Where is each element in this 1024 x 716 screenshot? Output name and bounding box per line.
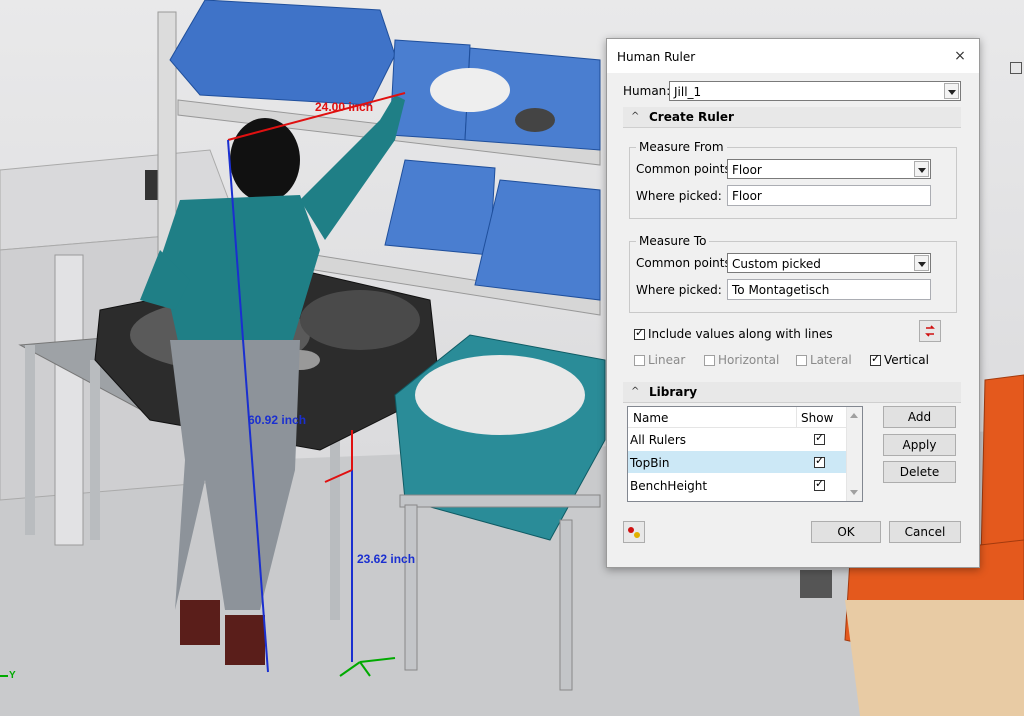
horizontal-label: Horizontal <box>718 353 780 367</box>
check-icon: ✓ <box>815 431 825 444</box>
to-common-label: Common points: <box>636 256 735 270</box>
measure-from-title: Measure From <box>636 140 727 154</box>
bench-measurement: 23.62 inch <box>357 552 416 566</box>
row-name: BenchHeight <box>630 479 708 493</box>
human-label: Human: <box>623 84 671 98</box>
list-item[interactable]: TopBin ✓ <box>628 451 846 473</box>
human-ruler-dialog: Human Ruler × Human: Jill_1 ^ Create Rul… <box>606 38 980 568</box>
to-where-label: Where picked: <box>636 283 722 297</box>
dialog-title: Human Ruler <box>617 50 696 64</box>
from-where-value: Floor <box>732 189 762 203</box>
linear-label: Linear <box>648 353 686 367</box>
row-name: All Rulers <box>630 433 686 447</box>
list-item[interactable]: All Rulers ✓ <box>628 428 846 450</box>
check-icon: ✓ <box>871 352 881 365</box>
measure-to-group: Measure To <box>629 234 957 313</box>
human-select-value: Jill_1 <box>674 85 702 99</box>
viewport-settings-icon[interactable] <box>1010 62 1022 74</box>
include-values-label: Include values along with lines <box>648 327 833 341</box>
height-measurement: 60.92 inch <box>248 413 307 427</box>
show-checkbox[interactable]: ✓ <box>814 431 825 445</box>
scroll-down-icon[interactable] <box>850 490 858 495</box>
chevron-down-icon[interactable] <box>914 161 929 177</box>
list-item[interactable]: BenchHeight ✓ <box>628 474 846 496</box>
delete-button[interactable]: Delete <box>883 461 956 483</box>
from-where-field[interactable]: Floor <box>727 185 931 206</box>
lateral-checkbox[interactable] <box>796 355 807 366</box>
include-values-checkbox[interactable]: ✓ <box>634 326 645 340</box>
chevron-up-icon: ^ <box>631 386 640 397</box>
library-section-header[interactable]: ^ Library <box>623 382 961 403</box>
reach-measurement: 24.00 inch <box>315 100 374 114</box>
ok-button[interactable]: OK <box>811 521 881 543</box>
from-common-select[interactable]: Floor <box>727 159 931 179</box>
list-scrollbar[interactable] <box>846 407 862 501</box>
ruler-tool-icon[interactable] <box>623 521 645 543</box>
row-name: TopBin <box>630 456 670 470</box>
create-ruler-section-header[interactable]: ^ Create Ruler <box>623 107 961 128</box>
close-icon[interactable]: × <box>951 47 969 65</box>
add-button[interactable]: Add <box>883 406 956 428</box>
check-icon: ✓ <box>815 477 825 490</box>
cancel-button[interactable]: Cancel <box>889 521 961 543</box>
library-list-header: Name Show <box>628 407 846 428</box>
apply-button[interactable]: Apply <box>883 434 956 456</box>
lateral-label: Lateral <box>810 353 852 367</box>
chevron-down-icon[interactable] <box>914 255 929 271</box>
dialog-titlebar[interactable]: Human Ruler × <box>607 39 979 73</box>
measure-to-title: Measure To <box>636 234 710 248</box>
linear-checkbox[interactable] <box>634 355 645 366</box>
scroll-up-icon[interactable] <box>850 413 858 418</box>
from-common-value: Floor <box>732 163 762 177</box>
show-checkbox[interactable]: ✓ <box>814 477 825 491</box>
show-checkbox[interactable]: ✓ <box>814 454 825 468</box>
swap-direction-icon[interactable] <box>919 320 941 342</box>
create-ruler-title: Create Ruler <box>649 110 734 124</box>
to-where-field[interactable]: To Montagetisch <box>727 279 931 300</box>
measure-from-group: Measure From <box>629 140 957 219</box>
vertical-checkbox[interactable]: ✓ <box>870 352 881 366</box>
horizontal-checkbox[interactable] <box>704 355 715 366</box>
to-common-value: Custom picked <box>732 257 821 271</box>
library-title: Library <box>649 385 698 399</box>
human-select[interactable]: Jill_1 <box>669 81 961 101</box>
chevron-up-icon: ^ <box>631 111 640 122</box>
check-icon: ✓ <box>635 326 645 339</box>
from-common-label: Common points: <box>636 162 735 176</box>
chevron-down-icon[interactable] <box>944 83 959 99</box>
column-name[interactable]: Name <box>633 411 668 425</box>
library-list[interactable]: Name Show All Rulers ✓ TopBin ✓ BenchHei… <box>627 406 863 502</box>
from-where-label: Where picked: <box>636 189 722 203</box>
vertical-label: Vertical <box>884 353 929 367</box>
to-where-value: To Montagetisch <box>732 283 830 297</box>
column-show[interactable]: Show <box>801 411 833 425</box>
check-icon: ✓ <box>815 454 825 467</box>
to-common-select[interactable]: Custom picked <box>727 253 931 273</box>
y-axis-label: Y <box>9 670 16 681</box>
